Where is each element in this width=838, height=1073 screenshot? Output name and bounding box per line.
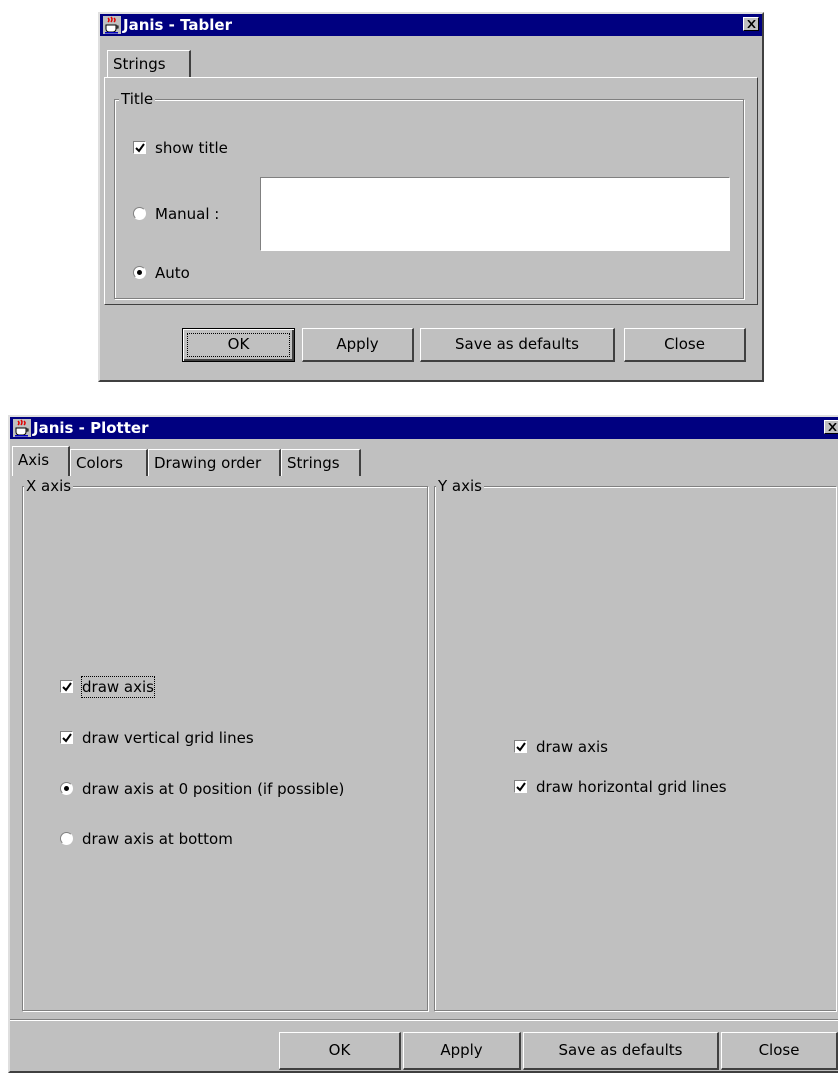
checkbox-label: draw horizontal grid lines — [536, 778, 727, 796]
radio-label: draw axis at bottom — [82, 830, 233, 848]
radio-dot-icon — [64, 786, 69, 791]
checkmark-icon — [62, 733, 72, 743]
tab-strings[interactable]: Strings — [281, 449, 361, 476]
tab-strings[interactable]: Strings — [107, 50, 191, 78]
tabler-titlebar[interactable]: Janis - Tabler — [100, 14, 762, 36]
group-title: Y axis — [436, 477, 484, 495]
group-title: Title — [119, 90, 156, 108]
tab-drawing-order[interactable]: Drawing order — [148, 449, 281, 476]
close-window-button[interactable] — [743, 17, 759, 31]
apply-button[interactable]: Apply — [302, 328, 414, 362]
radio-dot-icon — [137, 270, 142, 275]
radio-label: Auto — [155, 264, 190, 282]
close-icon — [828, 423, 837, 431]
plotter-window: Janis - Plotter Axis Colors Drawing orde… — [8, 415, 838, 1073]
checkmark-icon — [516, 782, 526, 792]
radio-label: Manual : — [155, 205, 220, 223]
manual-title-input[interactable] — [260, 177, 730, 251]
java-cup-icon — [103, 16, 121, 34]
tab-label: Strings — [287, 454, 340, 472]
ok-button[interactable]: OK — [279, 1032, 401, 1070]
ok-button[interactable]: OK — [182, 328, 295, 362]
tabler-window: Janis - Tabler Strings Title show title … — [98, 12, 764, 382]
x-axis-group: X axis — [22, 477, 428, 1011]
radio-label: draw axis at 0 position (if possible) — [82, 780, 345, 798]
checkbox-label: show title — [155, 139, 228, 157]
plotter-titlebar[interactable]: Janis - Plotter — [10, 417, 838, 439]
button-bar-separator — [10, 1019, 838, 1021]
tab-colors[interactable]: Colors — [70, 449, 148, 476]
close-button[interactable]: Close — [721, 1032, 838, 1070]
window-title: Janis - Tabler — [123, 16, 232, 34]
save-as-defaults-button[interactable]: Save as defaults — [523, 1032, 719, 1070]
save-as-defaults-button[interactable]: Save as defaults — [420, 328, 615, 362]
tab-label: Drawing order — [154, 454, 262, 472]
tab-label: Axis — [18, 451, 50, 469]
checkbox-label: draw axis — [81, 676, 155, 698]
close-window-button[interactable] — [824, 420, 838, 434]
checkbox-label: draw vertical grid lines — [82, 729, 254, 747]
tab-label: Colors — [76, 454, 123, 472]
checkmark-icon — [62, 682, 72, 692]
java-cup-icon — [13, 419, 31, 437]
close-icon — [747, 20, 756, 28]
y-axis-group: Y axis — [434, 477, 836, 1011]
window-title: Janis - Plotter — [33, 419, 149, 437]
tab-axis[interactable]: Axis — [12, 446, 70, 476]
checkbox-label: draw axis — [536, 738, 608, 756]
checkmark-icon — [135, 143, 145, 153]
close-button[interactable]: Close — [624, 328, 746, 362]
checkmark-icon — [516, 742, 526, 752]
tab-label: Strings — [113, 55, 166, 73]
group-title: X axis — [24, 477, 74, 495]
apply-button[interactable]: Apply — [403, 1032, 521, 1070]
